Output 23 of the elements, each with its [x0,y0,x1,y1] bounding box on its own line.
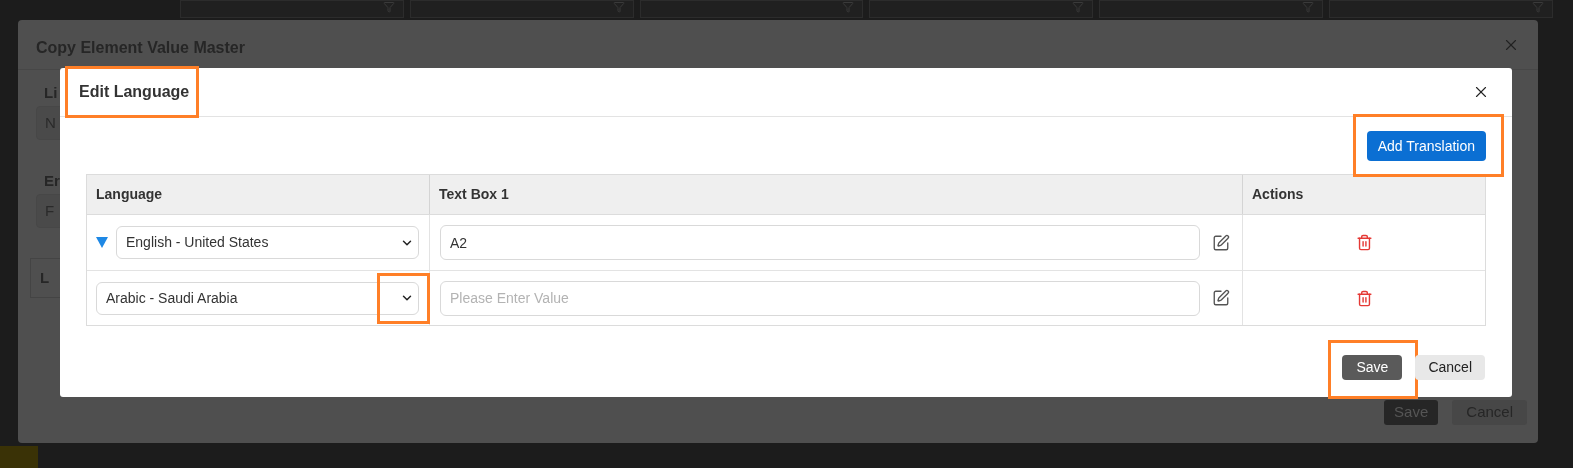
filter-icon [1072,1,1085,13]
cancel-button[interactable]: Cancel [1415,355,1485,380]
delete-icon[interactable] [1355,234,1373,251]
column-header: Text Box 1 [429,175,1242,214]
sidebar-accent [0,446,38,468]
expand-triangle-icon[interactable] [96,237,108,248]
column-header: Actions [1242,175,1485,214]
save-button[interactable]: Save [1342,355,1403,380]
filter-icon [842,1,855,13]
text-field[interactable]: A2 [440,225,1200,260]
filter-icon [1531,1,1544,13]
edit-icon[interactable] [1212,289,1230,307]
dialog-title: Edit Language [79,83,190,100]
filter-icon [382,1,395,13]
filter-icon [1302,1,1315,13]
column-header: Language [95,185,164,204]
edit-icon[interactable] [1212,233,1230,252]
filter-icon [612,1,625,13]
text-field[interactable]: Please Enter Value [440,280,1200,316]
delete-icon[interactable] [1355,289,1373,307]
language-select[interactable]: Arabic - Saudi Arabia [96,281,419,315]
language-select[interactable]: English - United States [116,226,419,259]
add-translation-button[interactable]: Add Translation [1366,131,1486,161]
